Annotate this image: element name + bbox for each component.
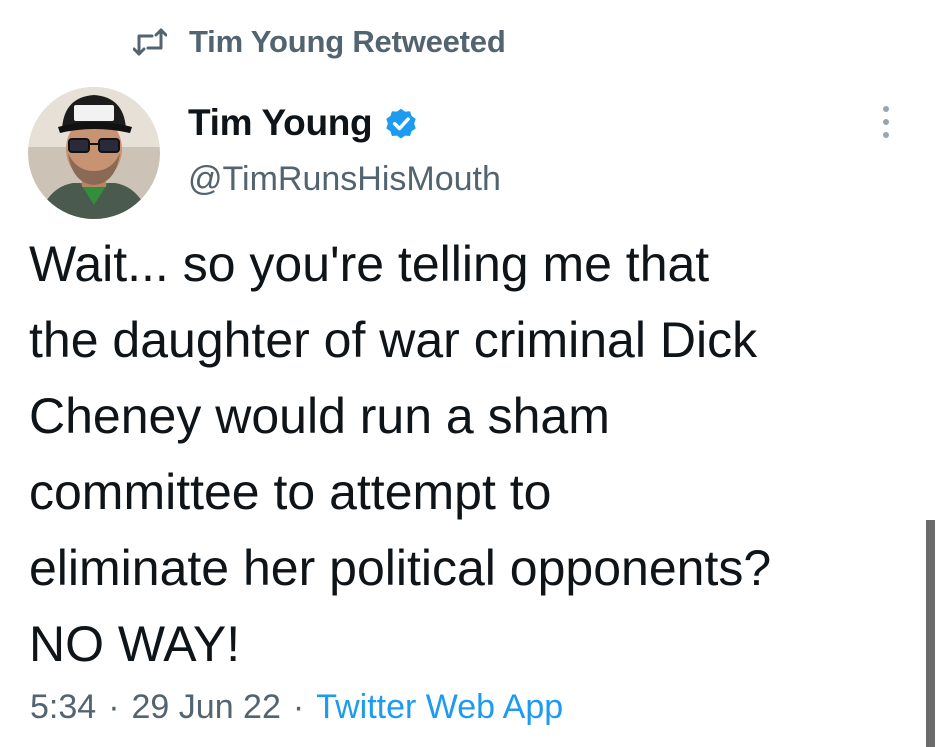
more-vertical-icon [881,104,891,145]
verified-badge-icon [382,104,420,142]
retweet-icon [133,25,173,59]
tweet-date[interactable]: 29 Jun 22 [132,688,281,727]
tweet-time[interactable]: 5:34 [30,688,96,727]
author-handle[interactable]: @TimRunsHisMouth [188,160,501,199]
avatar[interactable] [28,87,160,219]
tweet-text: Wait... so you're telling me that the da… [29,236,772,672]
meta-separator: · [292,688,305,726]
scrollbar[interactable] [926,520,935,747]
retweet-context: Tim Young Retweeted [133,22,506,62]
retweet-label[interactable]: Tim Young Retweeted [189,24,506,60]
tweet-meta: 5:34 · 29 Jun 22 · Twitter Web App [30,688,563,727]
meta-separator: · [108,688,120,726]
more-options-button[interactable] [866,104,906,144]
tweet-source-link[interactable]: Twitter Web App [316,688,563,727]
author-name-row: Tim Young [188,100,420,146]
author-display-name[interactable]: Tim Young [188,102,373,144]
